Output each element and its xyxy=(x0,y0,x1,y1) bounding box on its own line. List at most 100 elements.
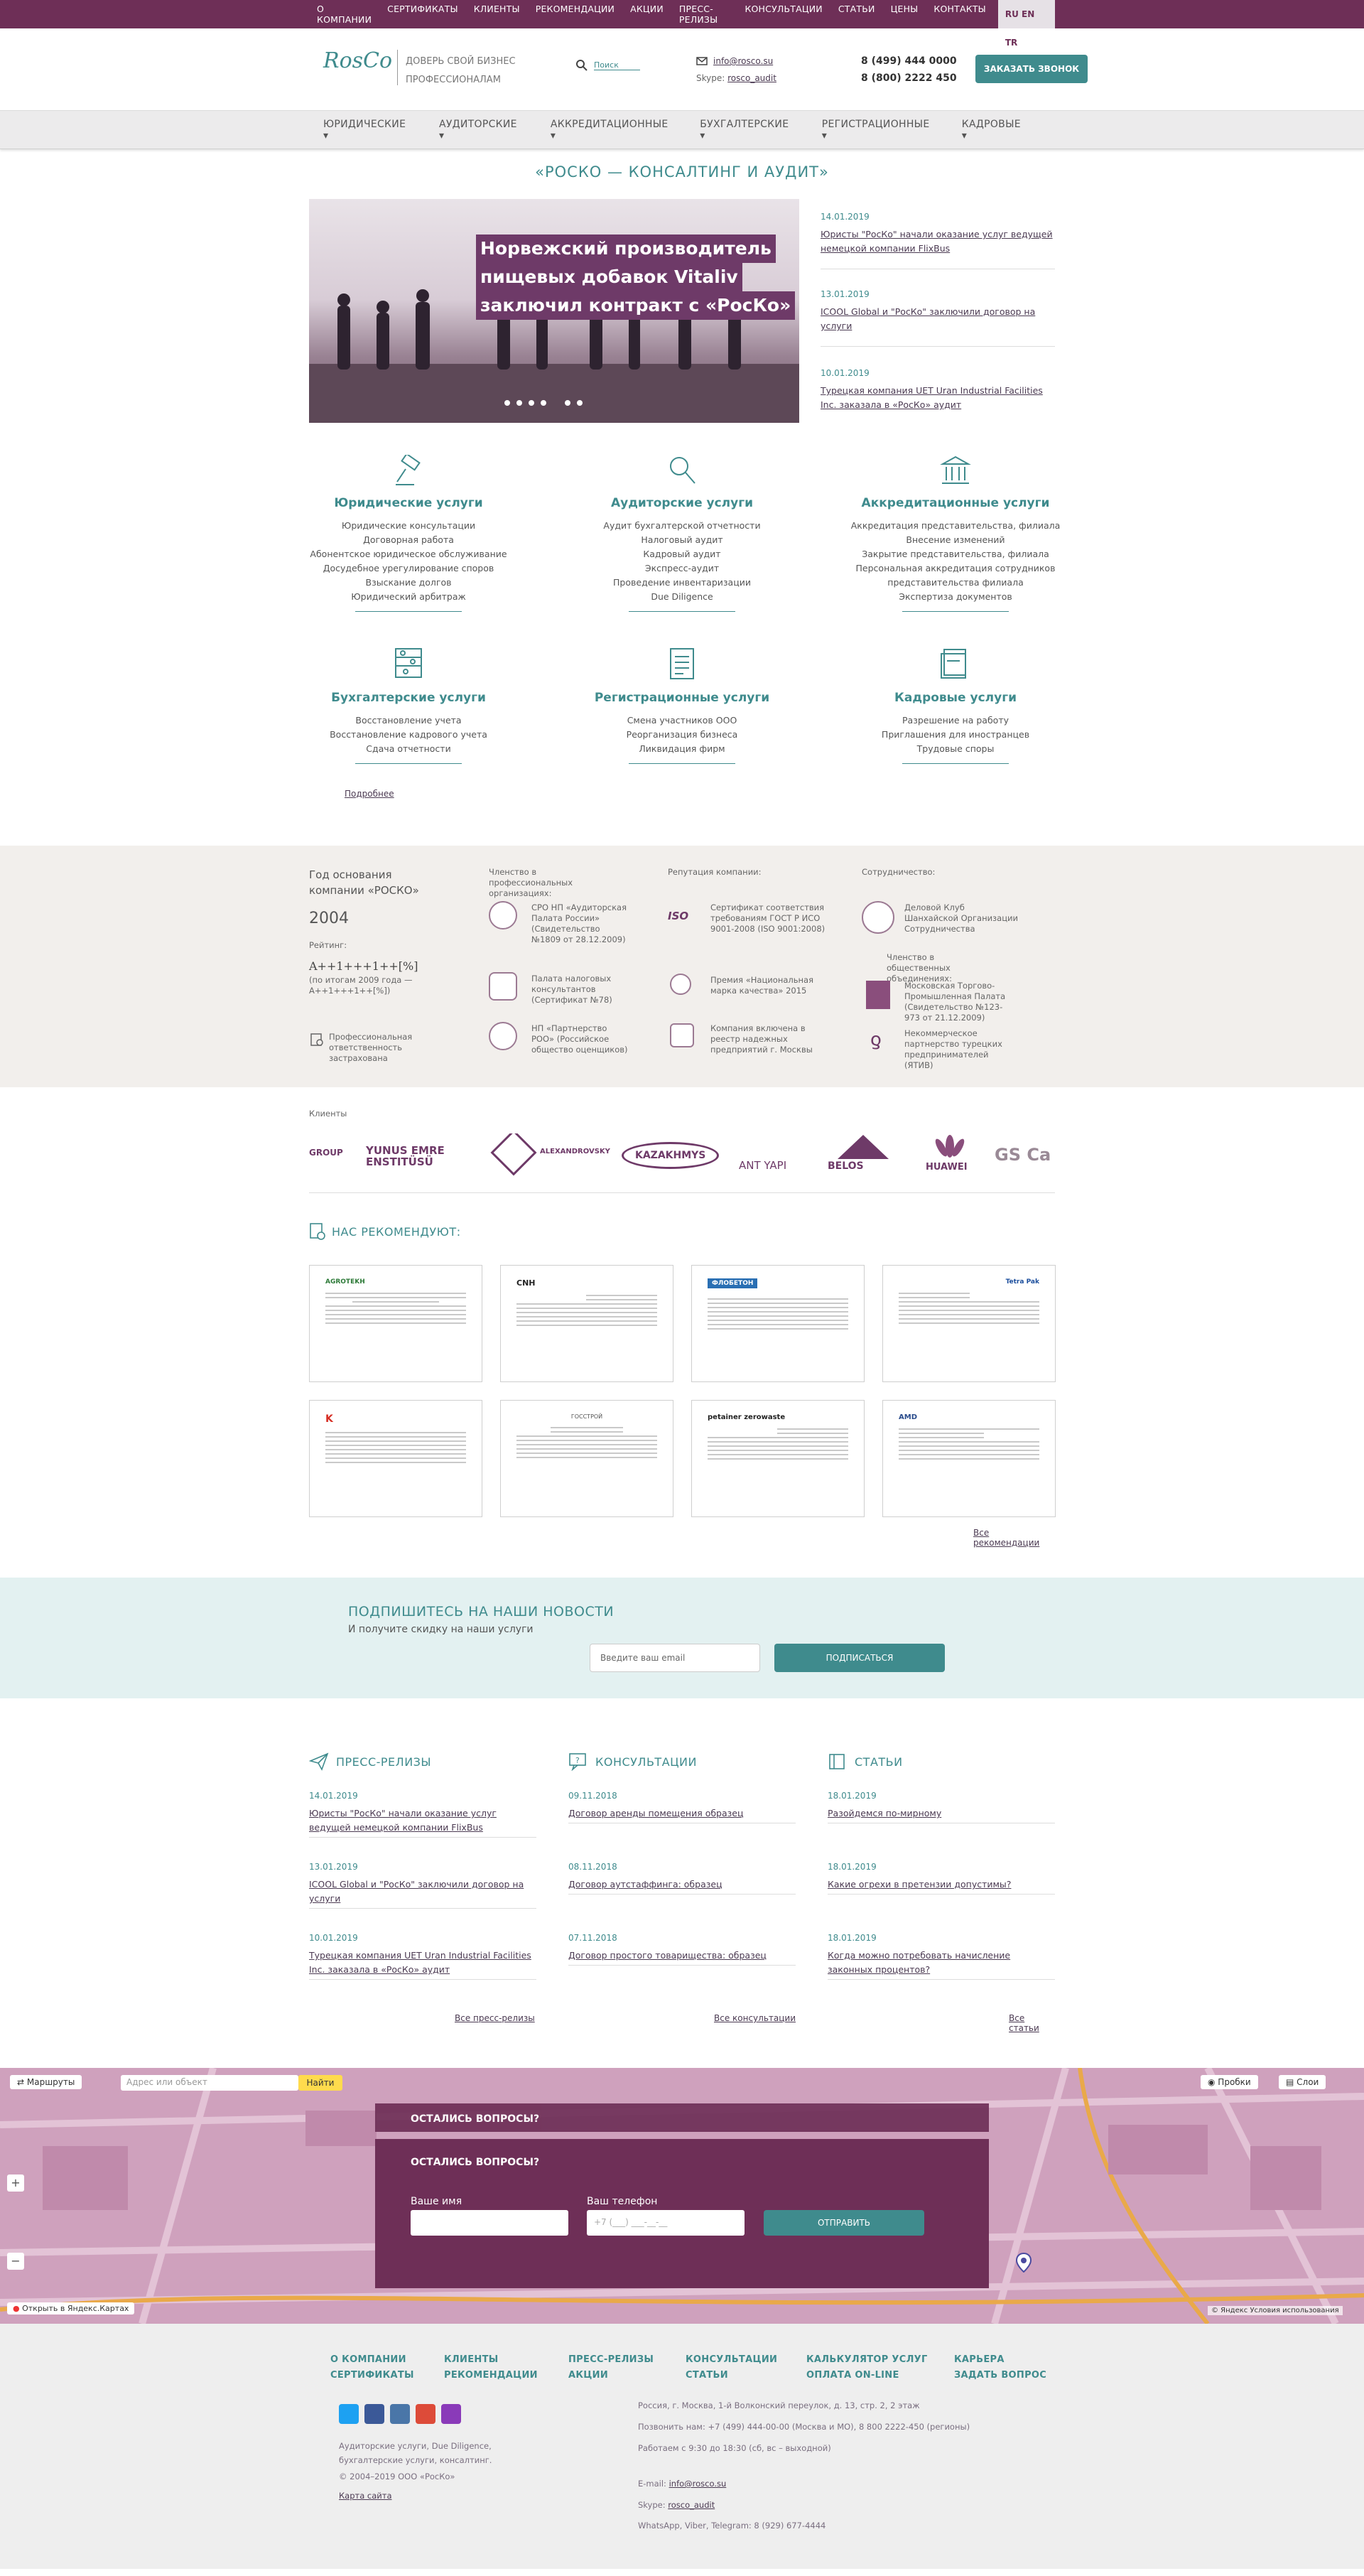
recommendation-letter[interactable]: petainer zerowaste xyxy=(691,1400,865,1517)
vk-icon[interactable] xyxy=(390,2404,410,2424)
news-link[interactable]: Когда можно потребовать начисление закон… xyxy=(828,1949,1055,1977)
service-item[interactable]: Проведение инвентаризации xyxy=(568,576,796,590)
slider-dot[interactable] xyxy=(516,400,522,406)
service-item[interactable]: Приглашения для иностранцев xyxy=(842,728,1069,742)
service-item[interactable]: Экспертиза документов xyxy=(842,590,1069,604)
service-title[interactable]: Аккредитационные услуги xyxy=(842,496,1069,510)
news-link[interactable]: Какие огрехи в претензии допустимы? xyxy=(828,1877,1055,1892)
map-traffic-button[interactable]: ◉ Пробки xyxy=(1201,2075,1258,2089)
slider-dot[interactable] xyxy=(577,400,583,406)
zoom-out-button[interactable]: − xyxy=(7,2253,24,2270)
subscribe-button[interactable]: ПОДПИСАТЬСЯ xyxy=(774,1644,945,1672)
recommendation-letter[interactable]: ФЛОБЕТОН xyxy=(691,1265,865,1382)
service-title[interactable]: Регистрационные услуги xyxy=(568,691,796,705)
service-item[interactable]: Восстановление кадрового учета xyxy=(295,728,522,742)
footer-skype[interactable]: rosco_audit xyxy=(668,2500,715,2510)
footer-link[interactable]: АКЦИИ xyxy=(568,2368,654,2383)
service-item[interactable]: Юридический арбитраж xyxy=(295,590,522,604)
top-menu-item[interactable]: АКЦИИ xyxy=(622,4,671,25)
recommendation-letter[interactable]: Tetra Pak xyxy=(882,1265,1056,1382)
all-consultations-link[interactable]: Все консультации xyxy=(714,2013,796,2023)
column-title[interactable]: ПРЕСС-РЕЛИЗЫ xyxy=(336,1755,431,1769)
twitter-icon[interactable] xyxy=(339,2404,359,2424)
subscribe-email-input[interactable]: Введите ваш email xyxy=(590,1644,760,1672)
recommendation-letter[interactable]: ГОССТРОЙ xyxy=(500,1400,673,1517)
language-switcher[interactable]: RU EN TR xyxy=(997,0,1055,48)
zoom-in-button[interactable]: + xyxy=(7,2174,24,2192)
all-press-link[interactable]: Все пресс-релизы xyxy=(455,2013,535,2023)
service-title[interactable]: Бухгалтерские услуги xyxy=(295,691,522,705)
service-item[interactable]: Юридические консультации xyxy=(295,519,522,533)
footer-link[interactable]: КОНСУЛЬТАЦИИ xyxy=(686,2352,777,2368)
news-link[interactable]: Юристы "РосКо" начали оказание услуг вед… xyxy=(821,227,1055,256)
service-item[interactable]: Ликвидация фирм xyxy=(568,742,796,756)
service-title[interactable]: Юридические услуги xyxy=(295,496,522,510)
slider-dot[interactable] xyxy=(541,400,546,406)
nav-item-accreditation[interactable]: АККРЕДИТАЦИОННЫЕ ▾ xyxy=(551,119,671,141)
service-item[interactable]: Взыскание долгов xyxy=(295,576,522,590)
news-link[interactable]: Турецкая компания UET Uran Industrial Fa… xyxy=(309,1949,536,1977)
top-menu-item[interactable]: РЕКОМЕНДАЦИИ xyxy=(528,4,622,25)
slider-dot[interactable] xyxy=(565,400,570,406)
hero-slider[interactable]: Норвежский производитель пищевых добавок… xyxy=(309,199,799,423)
nav-item-legal[interactable]: ЮРИДИЧЕСКИЕ ▾ xyxy=(323,119,411,141)
news-link[interactable]: Турецкая компания UET Uran Industrial Fa… xyxy=(821,384,1055,412)
map-layers-button[interactable]: ▤ Слои xyxy=(1279,2075,1326,2089)
footer-link[interactable]: ОПЛАТА ON-LINE xyxy=(806,2368,928,2383)
service-item[interactable]: Реорганизация бизнеса xyxy=(568,728,796,742)
service-item[interactable]: Экспресс-аудит xyxy=(568,561,796,576)
service-item[interactable]: Разрешение на работу xyxy=(842,713,1069,728)
instagram-icon[interactable] xyxy=(441,2404,461,2424)
map-terms[interactable]: © Яндекс Условия использования xyxy=(1208,2306,1343,2315)
footer-link[interactable]: РЕКОМЕНДАЦИИ xyxy=(444,2368,538,2383)
service-item[interactable]: Внесение изменений xyxy=(842,533,1069,547)
header-skype[interactable]: rosco_audit xyxy=(727,73,776,83)
service-item[interactable]: Закрытие представительства, филиала xyxy=(842,547,1069,561)
service-item[interactable]: Налоговый аудит xyxy=(568,533,796,547)
footer-link[interactable]: КЛИЕНТЫ xyxy=(444,2352,538,2368)
order-call-button[interactable]: ЗАКАЗАТЬ ЗВОНОК xyxy=(975,55,1088,83)
service-item[interactable]: Аудит бухгалтерской отчетности xyxy=(568,519,796,533)
google-plus-icon[interactable] xyxy=(416,2404,435,2424)
service-item[interactable]: представительства филиала xyxy=(842,576,1069,590)
search-box[interactable]: Поиск xyxy=(575,59,640,72)
more-link[interactable]: Подробнее xyxy=(345,789,394,799)
sitemap-link[interactable]: Карта сайта xyxy=(339,2491,392,2501)
news-link[interactable]: Юристы "РосКо" начали оказание услуг вед… xyxy=(309,1806,536,1835)
news-link[interactable]: Договор простого товарищества: образец xyxy=(568,1949,796,1963)
all-recommendations-link[interactable]: Все рекомендации xyxy=(973,1528,1055,1548)
news-link[interactable]: ICOOL Global и "РосКо" заключили договор… xyxy=(821,305,1055,333)
service-item[interactable]: Персональная аккредитация сотрудников xyxy=(842,561,1069,576)
top-menu-item[interactable]: КОНСУЛЬТАЦИИ xyxy=(737,4,830,25)
footer-email[interactable]: info@rosco.su xyxy=(669,2479,727,2489)
news-link[interactable]: Разойдемся по-мирному xyxy=(828,1806,1055,1821)
search-input[interactable]: Поиск xyxy=(594,60,640,70)
service-item[interactable]: Смена участников ООО xyxy=(568,713,796,728)
service-item[interactable]: Due Diligence xyxy=(568,590,796,604)
service-title[interactable]: Кадровые услуги xyxy=(842,691,1069,705)
top-menu-item[interactable]: СЕРТИФИКАТЫ xyxy=(379,4,466,25)
footer-link[interactable]: СЕРТИФИКАТЫ xyxy=(330,2368,414,2383)
name-input[interactable] xyxy=(411,2210,568,2236)
news-link[interactable]: Договор аренды помещения образец xyxy=(568,1806,796,1821)
service-item[interactable]: Кадровый аудит xyxy=(568,547,796,561)
phone-input[interactable]: +7 (___) ___-__-__ xyxy=(587,2210,745,2236)
header-email[interactable]: info@rosco.su xyxy=(713,53,773,70)
footer-link[interactable]: ПРЕСС-РЕЛИЗЫ xyxy=(568,2352,654,2368)
nav-item-audit[interactable]: АУДИТОРСКИЕ ▾ xyxy=(439,119,522,141)
clients-carousel[interactable]: GROUP YUNUS EMRE ENSTITÜSÜ ALEXANDROVSKY… xyxy=(309,1133,1055,1176)
header-phone-1[interactable]: 8 (499) 444 0000 xyxy=(861,53,957,70)
service-item[interactable]: Восстановление учета xyxy=(295,713,522,728)
slider-dot[interactable] xyxy=(529,400,534,406)
service-item[interactable]: Сдача отчетности xyxy=(295,742,522,756)
map-find-button[interactable]: Найти xyxy=(298,2075,342,2091)
map-routes-button[interactable]: ⇄ Маршруты xyxy=(10,2075,82,2089)
footer-link[interactable]: О КОМПАНИИ xyxy=(330,2352,414,2368)
column-title[interactable]: КОНСУЛЬТАЦИИ xyxy=(595,1755,697,1769)
map-address-input[interactable]: Адрес или объект xyxy=(121,2075,298,2091)
top-menu-item[interactable]: ПРЕСС-РЕЛИЗЫ xyxy=(671,4,737,25)
top-menu-item[interactable]: О КОМПАНИИ xyxy=(309,4,379,25)
news-link[interactable]: ICOOL Global и "РосКо" заключили договор… xyxy=(309,1877,536,1906)
recommendation-letter[interactable]: CNH xyxy=(500,1265,673,1382)
slider-dot[interactable] xyxy=(504,400,510,406)
